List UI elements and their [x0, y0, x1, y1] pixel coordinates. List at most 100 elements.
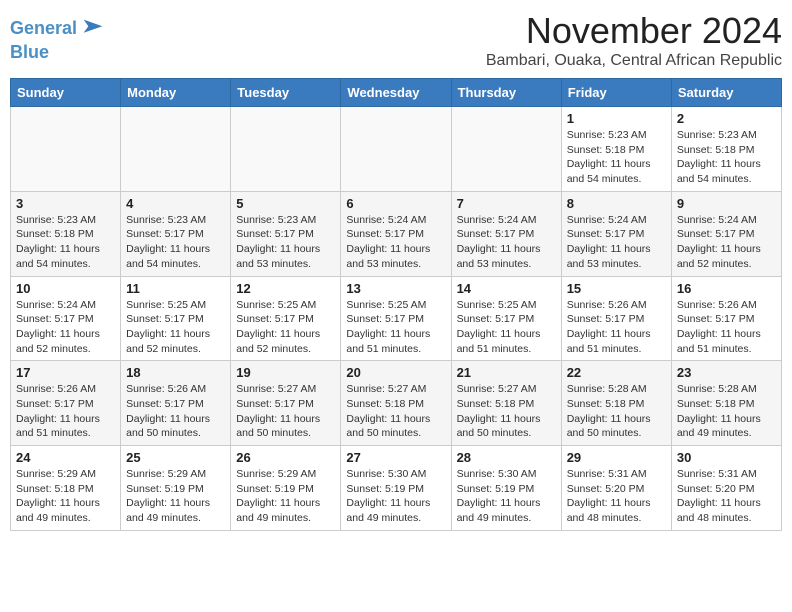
calendar-cell: 27 Sunrise: 5:30 AMSunset: 5:19 PMDayligh…: [341, 446, 451, 531]
calendar-cell: 23 Sunrise: 5:28 AMSunset: 5:18 PMDayligh…: [671, 361, 781, 446]
day-number: 15: [567, 281, 666, 296]
logo: General Blue: [10, 15, 107, 63]
day-number: 12: [236, 281, 335, 296]
day-number: 11: [126, 281, 225, 296]
calendar-table: SundayMondayTuesdayWednesdayThursdayFrid…: [10, 78, 782, 531]
day-number: 6: [346, 196, 445, 211]
calendar-cell: [451, 107, 561, 192]
calendar-cell: 10 Sunrise: 5:24 AMSunset: 5:17 PMDayligh…: [11, 276, 121, 361]
day-info: Sunrise: 5:23 AMSunset: 5:17 PMDaylight:…: [126, 213, 225, 272]
day-info: Sunrise: 5:26 AMSunset: 5:17 PMDaylight:…: [16, 382, 115, 441]
day-info: Sunrise: 5:29 AMSunset: 5:19 PMDaylight:…: [126, 467, 225, 526]
calendar-cell: 16 Sunrise: 5:26 AMSunset: 5:17 PMDayligh…: [671, 276, 781, 361]
day-info: Sunrise: 5:23 AMSunset: 5:18 PMDaylight:…: [16, 213, 115, 272]
title-section: November 2024 Bambari, Ouaka, Central Af…: [486, 10, 782, 70]
day-info: Sunrise: 5:25 AMSunset: 5:17 PMDaylight:…: [346, 298, 445, 357]
calendar-cell: 13 Sunrise: 5:25 AMSunset: 5:17 PMDayligh…: [341, 276, 451, 361]
calendar-cell: 11 Sunrise: 5:25 AMSunset: 5:17 PMDayligh…: [121, 276, 231, 361]
calendar-cell: 19 Sunrise: 5:27 AMSunset: 5:17 PMDayligh…: [231, 361, 341, 446]
calendar-cell: [341, 107, 451, 192]
weekday-header-thursday: Thursday: [451, 79, 561, 107]
calendar-cell: 12 Sunrise: 5:25 AMSunset: 5:17 PMDayligh…: [231, 276, 341, 361]
day-info: Sunrise: 5:23 AMSunset: 5:17 PMDaylight:…: [236, 213, 335, 272]
day-number: 4: [126, 196, 225, 211]
day-number: 25: [126, 450, 225, 465]
calendar-cell: 8 Sunrise: 5:24 AMSunset: 5:17 PMDaylight…: [561, 191, 671, 276]
calendar-cell: 6 Sunrise: 5:24 AMSunset: 5:17 PMDaylight…: [341, 191, 451, 276]
calendar-cell: 2 Sunrise: 5:23 AMSunset: 5:18 PMDaylight…: [671, 107, 781, 192]
day-info: Sunrise: 5:30 AMSunset: 5:19 PMDaylight:…: [346, 467, 445, 526]
day-info: Sunrise: 5:26 AMSunset: 5:17 PMDaylight:…: [677, 298, 776, 357]
day-number: 21: [457, 365, 556, 380]
day-info: Sunrise: 5:25 AMSunset: 5:17 PMDaylight:…: [236, 298, 335, 357]
calendar-cell: [231, 107, 341, 192]
day-number: 27: [346, 450, 445, 465]
calendar-cell: 26 Sunrise: 5:29 AMSunset: 5:19 PMDayligh…: [231, 446, 341, 531]
day-info: Sunrise: 5:27 AMSunset: 5:17 PMDaylight:…: [236, 382, 335, 441]
calendar-cell: 30 Sunrise: 5:31 AMSunset: 5:20 PMDayligh…: [671, 446, 781, 531]
day-number: 2: [677, 111, 776, 126]
day-info: Sunrise: 5:23 AMSunset: 5:18 PMDaylight:…: [677, 128, 776, 187]
calendar-cell: 29Sunrise: 5:31 AMSunset: 5:20 PMDayligh…: [561, 446, 671, 531]
calendar-cell: 28 Sunrise: 5:30 AMSunset: 5:19 PMDayligh…: [451, 446, 561, 531]
calendar-cell: [121, 107, 231, 192]
calendar-cell: 17 Sunrise: 5:26 AMSunset: 5:17 PMDayligh…: [11, 361, 121, 446]
day-number: 8: [567, 196, 666, 211]
day-number: 17: [16, 365, 115, 380]
weekday-header-saturday: Saturday: [671, 79, 781, 107]
day-info: Sunrise: 5:25 AMSunset: 5:17 PMDaylight:…: [457, 298, 556, 357]
day-number: 13: [346, 281, 445, 296]
day-number: 23: [677, 365, 776, 380]
calendar-cell: 5 Sunrise: 5:23 AMSunset: 5:17 PMDaylight…: [231, 191, 341, 276]
day-info: Sunrise: 5:25 AMSunset: 5:17 PMDaylight:…: [126, 298, 225, 357]
day-info: Sunrise: 5:27 AMSunset: 5:18 PMDaylight:…: [457, 382, 556, 441]
weekday-header-sunday: Sunday: [11, 79, 121, 107]
week-row-5: 24 Sunrise: 5:29 AMSunset: 5:18 PMDayligh…: [11, 446, 782, 531]
calendar-cell: 1Sunrise: 5:23 AMSunset: 5:18 PMDaylight…: [561, 107, 671, 192]
day-number: 5: [236, 196, 335, 211]
day-number: 7: [457, 196, 556, 211]
day-number: 3: [16, 196, 115, 211]
week-row-4: 17 Sunrise: 5:26 AMSunset: 5:17 PMDayligh…: [11, 361, 782, 446]
calendar-cell: 25 Sunrise: 5:29 AMSunset: 5:19 PMDayligh…: [121, 446, 231, 531]
day-number: 24: [16, 450, 115, 465]
day-number: 16: [677, 281, 776, 296]
day-number: 18: [126, 365, 225, 380]
logo-text: General: [10, 19, 77, 39]
week-row-3: 10 Sunrise: 5:24 AMSunset: 5:17 PMDayligh…: [11, 276, 782, 361]
day-number: 28: [457, 450, 556, 465]
calendar-cell: 3 Sunrise: 5:23 AMSunset: 5:18 PMDaylight…: [11, 191, 121, 276]
calendar-cell: 7Sunrise: 5:24 AMSunset: 5:17 PMDaylight…: [451, 191, 561, 276]
day-number: 20: [346, 365, 445, 380]
day-info: Sunrise: 5:29 AMSunset: 5:18 PMDaylight:…: [16, 467, 115, 526]
day-info: Sunrise: 5:28 AMSunset: 5:18 PMDaylight:…: [677, 382, 776, 441]
day-info: Sunrise: 5:24 AMSunset: 5:17 PMDaylight:…: [567, 213, 666, 272]
month-title: November 2024: [486, 10, 782, 52]
calendar-cell: 14 Sunrise: 5:25 AMSunset: 5:17 PMDayligh…: [451, 276, 561, 361]
day-number: 19: [236, 365, 335, 380]
day-info: Sunrise: 5:24 AMSunset: 5:17 PMDaylight:…: [16, 298, 115, 357]
calendar-cell: 9Sunrise: 5:24 AMSunset: 5:17 PMDaylight…: [671, 191, 781, 276]
day-info: Sunrise: 5:24 AMSunset: 5:17 PMDaylight:…: [346, 213, 445, 272]
location-title: Bambari, Ouaka, Central African Republic: [486, 52, 782, 70]
day-info: Sunrise: 5:23 AMSunset: 5:18 PMDaylight:…: [567, 128, 666, 187]
day-info: Sunrise: 5:31 AMSunset: 5:20 PMDaylight:…: [677, 467, 776, 526]
day-info: Sunrise: 5:30 AMSunset: 5:19 PMDaylight:…: [457, 467, 556, 526]
calendar-cell: 15Sunrise: 5:26 AMSunset: 5:17 PMDayligh…: [561, 276, 671, 361]
day-number: 29: [567, 450, 666, 465]
day-info: Sunrise: 5:29 AMSunset: 5:19 PMDaylight:…: [236, 467, 335, 526]
day-number: 22: [567, 365, 666, 380]
weekday-header-friday: Friday: [561, 79, 671, 107]
day-number: 30: [677, 450, 776, 465]
calendar-cell: 24 Sunrise: 5:29 AMSunset: 5:18 PMDayligh…: [11, 446, 121, 531]
calendar-cell: [11, 107, 121, 192]
day-number: 26: [236, 450, 335, 465]
week-row-1: 1Sunrise: 5:23 AMSunset: 5:18 PMDaylight…: [11, 107, 782, 192]
day-number: 14: [457, 281, 556, 296]
day-info: Sunrise: 5:24 AMSunset: 5:17 PMDaylight:…: [677, 213, 776, 272]
day-info: Sunrise: 5:28 AMSunset: 5:18 PMDaylight:…: [567, 382, 666, 441]
day-info: Sunrise: 5:26 AMSunset: 5:17 PMDaylight:…: [126, 382, 225, 441]
weekday-header-wednesday: Wednesday: [341, 79, 451, 107]
calendar-cell: 20Sunrise: 5:27 AMSunset: 5:18 PMDayligh…: [341, 361, 451, 446]
day-number: 10: [16, 281, 115, 296]
